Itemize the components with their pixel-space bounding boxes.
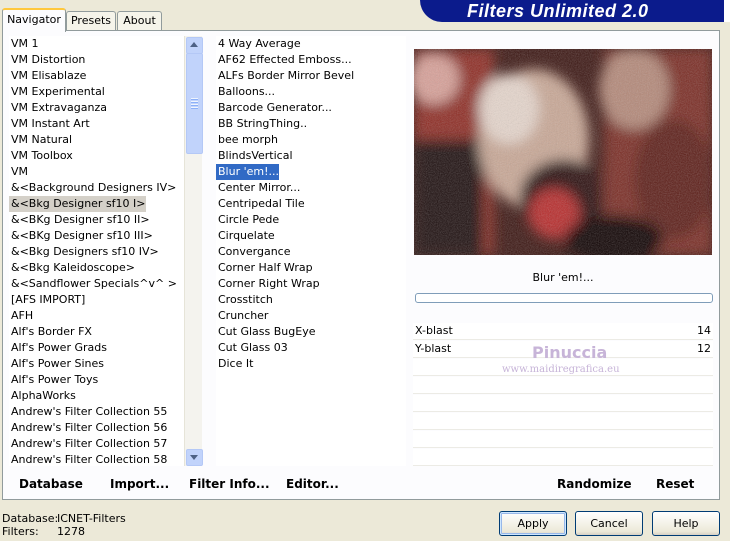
- filter-item[interactable]: ALFs Border Mirror Bevel: [216, 68, 354, 84]
- param-value[interactable]: 12: [697, 341, 711, 357]
- category-item[interactable]: Alf's Power Toys: [9, 372, 98, 388]
- category-item[interactable]: VM Distortion: [9, 52, 85, 68]
- param-row-empty: [413, 431, 713, 448]
- category-item[interactable]: Andrew's Filter Collection 58: [9, 452, 167, 466]
- banner-edge: [724, 0, 730, 22]
- category-item[interactable]: AFH: [9, 308, 33, 324]
- category-item[interactable]: VM Natural: [9, 132, 72, 148]
- category-item[interactable]: &<Bkg Designer sf10 I>: [9, 196, 146, 212]
- filter-item[interactable]: Cut Glass 03: [216, 340, 288, 356]
- import-link[interactable]: Import...: [110, 476, 169, 492]
- filter-list[interactable]: 4 Way Average AF62 Effected Emboss... ALFs…: [216, 36, 406, 466]
- database-value: ICNET-Filters: [57, 512, 126, 525]
- randomize-link[interactable]: Randomize: [557, 476, 631, 492]
- chevron-down-icon: [190, 455, 198, 460]
- filter-item[interactable]: BB StringThing..: [216, 116, 307, 132]
- filter-item[interactable]: Convergance: [216, 244, 291, 260]
- category-item[interactable]: Alf's Border FX: [9, 324, 92, 340]
- reset-link[interactable]: Reset: [656, 476, 694, 492]
- database-label: Database:: [2, 512, 59, 525]
- filter-item[interactable]: Center Mirror...: [216, 180, 300, 196]
- category-list[interactable]: VM 1 VM Distortion VM Elisablaze VM Experim…: [9, 36, 184, 466]
- scroll-thumb[interactable]: [186, 53, 203, 154]
- category-item[interactable]: &<Bkg Kaleidoscope>: [9, 260, 135, 276]
- category-item[interactable]: &<BKg Designer sf10 III>: [9, 228, 153, 244]
- category-item[interactable]: VM Elisablaze: [9, 68, 86, 84]
- scroll-up-button[interactable]: [186, 37, 203, 54]
- grip-line: [191, 98, 198, 100]
- category-item[interactable]: Andrew's Filter Collection 56: [9, 420, 167, 436]
- category-item[interactable]: VM: [9, 164, 28, 180]
- param-row-empty: [413, 413, 713, 430]
- filter-item[interactable]: Centripedal Tile: [216, 196, 305, 212]
- tab-navigator[interactable]: Navigator: [2, 8, 66, 32]
- filter-item[interactable]: Corner Half Wrap: [216, 260, 313, 276]
- filter-item[interactable]: Blur 'em!...: [216, 163, 280, 181]
- category-item[interactable]: &<Background Designers IV>: [9, 180, 176, 196]
- filter-item[interactable]: bee morph: [216, 132, 278, 148]
- category-item[interactable]: Alf's Power Grads: [9, 340, 107, 356]
- tab-about[interactable]: About: [117, 11, 162, 30]
- filter-item[interactable]: Cruncher: [216, 308, 268, 324]
- database-link[interactable]: Database: [19, 476, 83, 492]
- preview-filter-label: Blur 'em!...: [532, 271, 594, 284]
- filters-count: 1278: [57, 525, 85, 538]
- category-item[interactable]: &<BKg Designer sf10 II>: [9, 212, 150, 228]
- category-item[interactable]: Alf's Power Sines: [9, 356, 104, 372]
- param-row-empty: [413, 377, 713, 394]
- progress-bar: [415, 293, 713, 303]
- filter-item[interactable]: Cut Glass BugEye: [216, 324, 315, 340]
- filter-item[interactable]: AF62 Effected Emboss...: [216, 52, 352, 68]
- param-row-empty: [413, 449, 713, 466]
- filter-item[interactable]: BlindsVertical: [216, 148, 293, 164]
- apply-button[interactable]: Apply: [499, 511, 567, 536]
- category-scrollbar[interactable]: [184, 36, 203, 466]
- editor-link[interactable]: Editor...: [286, 476, 339, 492]
- category-item[interactable]: VM 1: [9, 36, 39, 52]
- param-name: Y-blast: [415, 342, 452, 355]
- category-item[interactable]: &<Bkg Designers sf10 IV>: [9, 244, 159, 260]
- help-button[interactable]: Help: [652, 511, 720, 536]
- grip-line: [191, 101, 198, 103]
- watermark-name: Pinuccia: [532, 343, 608, 362]
- category-item[interactable]: VM Instant Art: [9, 116, 90, 132]
- category-item[interactable]: VM Experimental: [9, 84, 105, 100]
- filter-item[interactable]: Corner Right Wrap: [216, 276, 320, 292]
- param-value[interactable]: 14: [697, 323, 711, 339]
- filter-item[interactable]: Dice It: [216, 356, 253, 372]
- blurred-photo: [414, 49, 712, 255]
- grip-line: [191, 104, 198, 106]
- category-item[interactable]: Andrew's Filter Collection 57: [9, 436, 167, 452]
- filter-item[interactable]: Balloons...: [216, 84, 275, 100]
- category-item[interactable]: [AFS IMPORT]: [9, 292, 85, 308]
- chevron-up-icon: [190, 42, 198, 47]
- param-row-empty: [413, 395, 713, 412]
- category-item[interactable]: VM Toolbox: [9, 148, 73, 164]
- param-row-x-blast[interactable]: X-blast 14: [413, 323, 713, 340]
- preview-image: [414, 49, 712, 255]
- filter-item[interactable]: Cirquelate: [216, 228, 275, 244]
- filter-item[interactable]: Crosstitch: [216, 292, 273, 308]
- param-name: X-blast: [415, 324, 453, 337]
- cancel-button[interactable]: Cancel: [575, 511, 643, 536]
- category-item[interactable]: VM Extravaganza: [9, 100, 107, 116]
- filter-info-link[interactable]: Filter Info...: [189, 476, 270, 492]
- grip-line: [191, 107, 198, 109]
- category-item[interactable]: AlphaWorks: [9, 388, 76, 404]
- watermark-site: www.maidiregrafica.eu: [502, 364, 620, 375]
- tab-presets[interactable]: Presets: [66, 11, 116, 30]
- category-item[interactable]: Andrew's Filter Collection 55: [9, 404, 167, 420]
- filter-item[interactable]: Circle Pede: [216, 212, 279, 228]
- banner-title: Filters Unlimited 2.0: [467, 1, 649, 21]
- scroll-down-button[interactable]: [186, 449, 203, 466]
- category-item[interactable]: &<Sandflower Specials^v^ >: [9, 276, 177, 292]
- filters-label: Filters:: [2, 525, 39, 538]
- filter-item[interactable]: 4 Way Average: [216, 36, 301, 52]
- filter-item[interactable]: Barcode Generator...: [216, 100, 332, 116]
